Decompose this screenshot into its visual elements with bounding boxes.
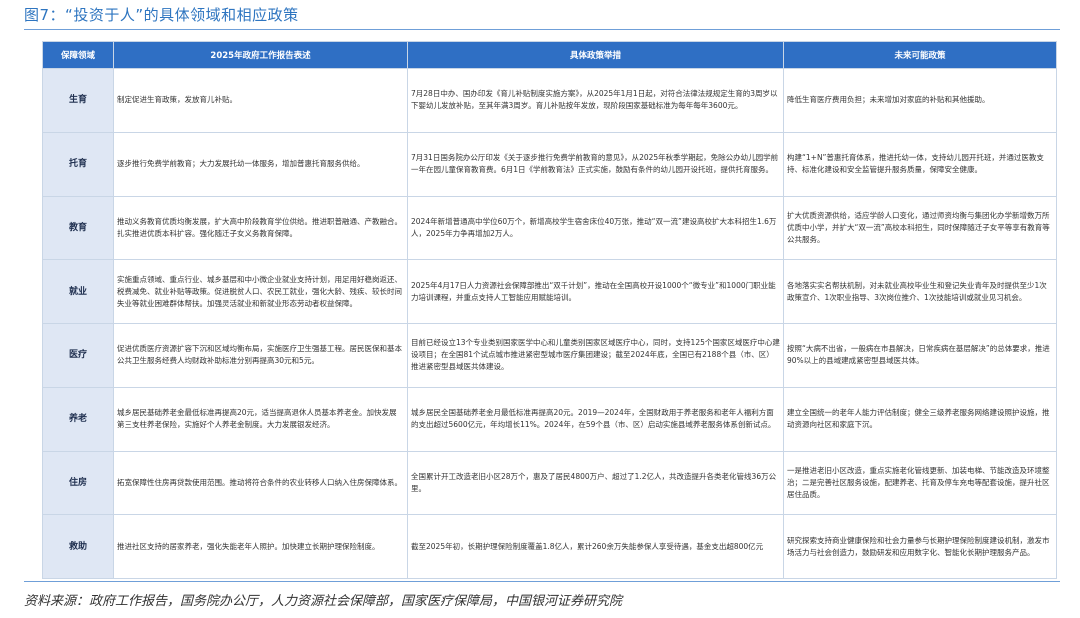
row-measures: 截至2025年初，长期护理保险制度覆盖1.8亿人，累计260余万失能参保人享受待…	[407, 514, 784, 579]
policy-table: 保障领域 2025年政府工作报告表述 具体政策举措 未来可能政策 生育 制定促进…	[42, 41, 1057, 579]
row-measures: 7月28日中办、国办印发《育儿补贴制度实施方案》，从2025年1月1日起，对符合…	[407, 68, 784, 133]
header-measures: 具体政策举措	[407, 41, 784, 69]
row-future: 按照“大病不出省，一般病在市县解决，日常疾病在基层解决”的总体要求，推进90%以…	[783, 323, 1057, 388]
row-report: 拓宽保障性住房再贷款使用范围。推动将符合条件的农业转移人口纳入住房保障体系。	[113, 450, 408, 516]
row-measures: 城乡居民全国基础养老金月最低标准再提高20元。2019—2024年，全国财政用于…	[407, 386, 784, 452]
table-row: 养老 城乡居民基础养老金最低标准再提高20元，适当提高退休人员基本养老金。加快发…	[42, 386, 1057, 452]
row-future: 研究探索支持商业健康保险和社会力量参与长期护理保险制度建设机制，激发市场活力与社…	[783, 514, 1057, 579]
header-area: 保障领域	[42, 41, 114, 69]
row-area: 救助	[42, 514, 114, 579]
row-report: 促进优质医疗资源扩容下沉和区域均衡布局，实施医疗卫生强基工程。居民医保和基本公共…	[113, 323, 408, 388]
row-report: 推动义务教育优质均衡发展，扩大高中阶段教育学位供给。推进职普融通、产教融合。扎实…	[113, 195, 408, 261]
row-measures: 2024年新增普通高中学位60万个，新增高校学生宿舍床位40万张，推动“双一流”…	[407, 195, 784, 261]
row-area: 就业	[42, 259, 114, 324]
table-row: 住房 拓宽保障性住房再贷款使用范围。推动将符合条件的农业转移人口纳入住房保障体系…	[42, 450, 1057, 516]
table-header-row: 保障领域 2025年政府工作报告表述 具体政策举措 未来可能政策	[42, 41, 1057, 69]
table-row: 救助 推进社区支持的居家养老，强化失能老年人照护。加快建立长期护理保险制度。 截…	[42, 514, 1057, 579]
table-row: 就业 实施重点领域、重点行业、城乡基层和中小微企业就业支持计划，用足用好稳岗返还…	[42, 259, 1057, 324]
table-row: 教育 推动义务教育优质均衡发展，扩大高中阶段教育学位供给。推进职普融通、产教融合…	[42, 195, 1057, 261]
row-future: 一是推进老旧小区改造，重点实施老化管线更新、加装电梯、节能改造及环境整治；二是完…	[783, 450, 1057, 516]
row-measures: 7月31日国务院办公厅印发《关于逐步推行免费学前教育的意见》，从2025年秋季学…	[407, 131, 784, 197]
row-area: 生育	[42, 68, 114, 133]
row-measures: 全国累计开工改造老旧小区28万个，惠及了居民4800万户、超过了1.2亿人，共改…	[407, 450, 784, 516]
table-row: 托育 逐步推行免费学前教育；大力发展托幼一体服务，增加普惠托育服务供给。 7月3…	[42, 131, 1057, 197]
figure-title: 图7：“投资于人”的具体领域和相应政策	[24, 6, 299, 24]
header-future: 未来可能政策	[783, 41, 1057, 69]
row-area: 养老	[42, 386, 114, 452]
row-measures: 目前已经设立13个专业类别国家医学中心和儿童类别国家区域医疗中心，同时，支持12…	[407, 323, 784, 388]
row-area: 托育	[42, 131, 114, 197]
header-report: 2025年政府工作报告表述	[113, 41, 408, 69]
row-report: 城乡居民基础养老金最低标准再提高20元，适当提高退休人员基本养老金。加快发展第三…	[113, 386, 408, 452]
table-row: 医疗 促进优质医疗资源扩容下沉和区域均衡布局，实施医疗卫生强基工程。居民医保和基…	[42, 323, 1057, 388]
row-area: 教育	[42, 195, 114, 261]
row-future: 各地落实实名帮扶机制，对未就业高校毕业生和登记失业青年及时提供至少1次政策宣介、…	[783, 259, 1057, 324]
row-area: 医疗	[42, 323, 114, 388]
row-report: 推进社区支持的居家养老，强化失能老年人照护。加快建立长期护理保险制度。	[113, 514, 408, 579]
footer-divider	[24, 581, 1060, 582]
row-report: 制定促进生育政策，发放育儿补贴。	[113, 68, 408, 133]
row-future: 降低生育医疗费用负担；未来增加对家庭的补贴和其他援助。	[783, 68, 1057, 133]
row-future: 扩大优质资源供给，适应学龄人口变化，通过师资均衡与集团化办学新增数万所优质中小学…	[783, 195, 1057, 261]
row-future: 建立全国统一的老年人能力评估制度；健全三级养老服务网络建设照护设施，推动资源向社…	[783, 386, 1057, 452]
row-measures: 2025年4月17日人力资源社会保障部推出“双千计划”，推动在全国高校开设100…	[407, 259, 784, 324]
table-row: 生育 制定促进生育政策，发放育儿补贴。 7月28日中办、国办印发《育儿补贴制度实…	[42, 68, 1057, 133]
title-divider	[24, 29, 1060, 30]
row-area: 住房	[42, 450, 114, 516]
source-note: 资料来源：政府工作报告，国务院办公厅，人力资源社会保障部，国家医疗保障局，中国银…	[24, 594, 623, 609]
row-future: 构建“1+N”普惠托育体系，推进托幼一体，支持幼儿园开托班，并通过医教支持、标准…	[783, 131, 1057, 197]
row-report: 逐步推行免费学前教育；大力发展托幼一体服务，增加普惠托育服务供给。	[113, 131, 408, 197]
row-report: 实施重点领域、重点行业、城乡基层和中小微企业就业支持计划，用足用好稳岗返还、税费…	[113, 259, 408, 324]
policy-table-container: 保障领域 2025年政府工作报告表述 具体政策举措 未来可能政策 生育 制定促进…	[42, 41, 1057, 579]
